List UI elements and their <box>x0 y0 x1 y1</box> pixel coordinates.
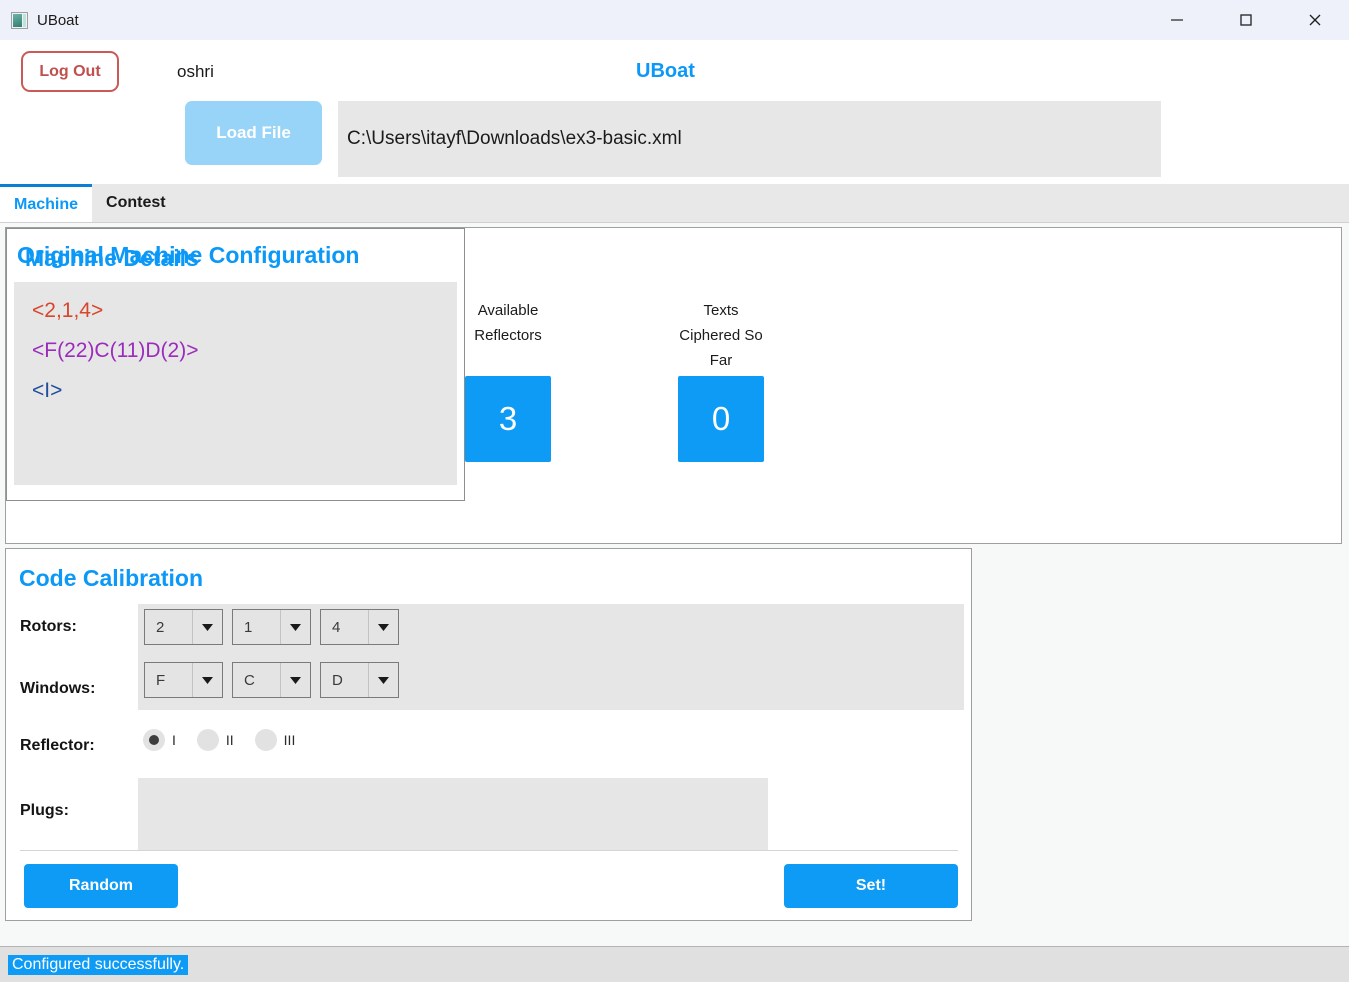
radio-circle-icon <box>143 729 165 751</box>
rotor-select-1[interactable]: 2 <box>144 609 223 645</box>
window-controls <box>1142 0 1349 40</box>
window-select-3-value: D <box>332 671 343 689</box>
code-calibration-title: Code Calibration <box>19 565 204 591</box>
original-configuration-title: Original Machine Configuration <box>17 242 360 268</box>
reflector-radio-iii-label: III <box>283 732 296 748</box>
rotor-select-3[interactable]: 4 <box>320 609 399 645</box>
reflector-radio-ii-label: II <box>225 732 234 748</box>
code-calibration-panel: Code Calibration Rotors: 2 1 4 Windows: … <box>5 548 972 921</box>
app-icon <box>11 11 28 29</box>
load-file-button[interactable]: Load File <box>185 101 322 165</box>
plugs-input-field[interactable] <box>138 778 768 851</box>
reflector-radio-ii[interactable]: II <box>196 729 248 751</box>
close-icon[interactable] <box>1280 0 1349 40</box>
rotor-select-2[interactable]: 1 <box>232 609 311 645</box>
rotor-select-3-value: 4 <box>332 618 341 636</box>
rotors-row-label: Rotors: <box>20 618 77 635</box>
reflector-radio-group: I II III <box>143 729 316 751</box>
plugs-row-label: Plugs: <box>20 802 69 819</box>
stat-label: Available Reflectors <box>474 302 542 344</box>
stat-available-reflectors: Available Reflectors 3 <box>443 298 573 462</box>
chevron-down-icon <box>192 663 222 697</box>
minimize-icon[interactable] <box>1142 0 1211 40</box>
window-select-3[interactable]: D <box>320 662 399 698</box>
chevron-down-icon <box>280 663 310 697</box>
app-title-heading: UBoat <box>636 60 695 82</box>
config-windows-line: <F(22)C(11)D(2)> <box>32 339 199 362</box>
radio-circle-icon <box>254 729 277 751</box>
app-header: Log Out oshri UBoat <box>0 40 1349 98</box>
config-rotors-line: <2,1,4> <box>32 299 104 322</box>
main-content: Machine Details Used Rotors 3 AvailableR… <box>0 223 1349 966</box>
rotor-select-1-value: 2 <box>156 618 165 636</box>
reflector-row-label: Reflector: <box>20 737 95 754</box>
machine-details-panel: Machine Details Used Rotors 3 AvailableR… <box>5 227 1342 544</box>
calibration-divider <box>20 850 958 851</box>
tab-strip: Machine Contest <box>0 184 1349 223</box>
original-configuration-box: <2,1,4> <F(22)C(11)D(2)> <I> <box>14 282 457 485</box>
random-button[interactable]: Random <box>24 864 178 908</box>
window-select-2-value: C <box>244 671 255 689</box>
reflector-radio-iii[interactable]: III <box>254 729 310 751</box>
window-title: UBoat <box>37 11 79 29</box>
config-reflector-line: <I> <box>32 379 63 402</box>
window-titlebar: UBoat <box>0 0 1349 40</box>
chevron-down-icon <box>192 610 222 644</box>
status-message: Configured successfully. <box>8 954 189 975</box>
stat-value: 0 <box>678 376 764 462</box>
tab-machine[interactable]: Machine <box>0 184 93 222</box>
chevron-down-icon <box>368 663 398 697</box>
file-load-row: Load File C:\Users\itayf\Downloads\ex3-b… <box>0 98 1349 184</box>
status-bar: Configured successfully. <box>0 946 1349 982</box>
logout-button[interactable]: Log Out <box>21 51 119 92</box>
maximize-icon[interactable] <box>1211 0 1280 40</box>
tab-contest[interactable]: Contest <box>92 184 180 222</box>
file-path-field[interactable]: C:\Users\itayf\Downloads\ex3-basic.xml <box>338 101 1161 177</box>
reflector-radio-i[interactable]: I <box>143 729 190 751</box>
chevron-down-icon <box>368 610 398 644</box>
titlebar-left: UBoat <box>0 11 79 29</box>
chevron-down-icon <box>280 610 310 644</box>
stat-texts-ciphered: Texts Ciphered So Far 0 <box>656 298 786 462</box>
set-button[interactable]: Set! <box>784 864 958 908</box>
reflector-radio-i-label: I <box>172 732 176 748</box>
window-select-1-value: F <box>156 671 166 689</box>
username-label: oshri <box>177 62 214 81</box>
windows-row-label: Windows: <box>20 680 96 697</box>
window-select-1[interactable]: F <box>144 662 223 698</box>
stat-label: Texts Ciphered So Far <box>679 302 763 369</box>
stat-value: 3 <box>465 376 551 462</box>
rotor-select-2-value: 1 <box>244 618 253 636</box>
window-select-2[interactable]: C <box>232 662 311 698</box>
original-configuration-panel: Original Machine Configuration <2,1,4> <… <box>6 228 465 501</box>
radio-circle-icon <box>196 729 219 751</box>
